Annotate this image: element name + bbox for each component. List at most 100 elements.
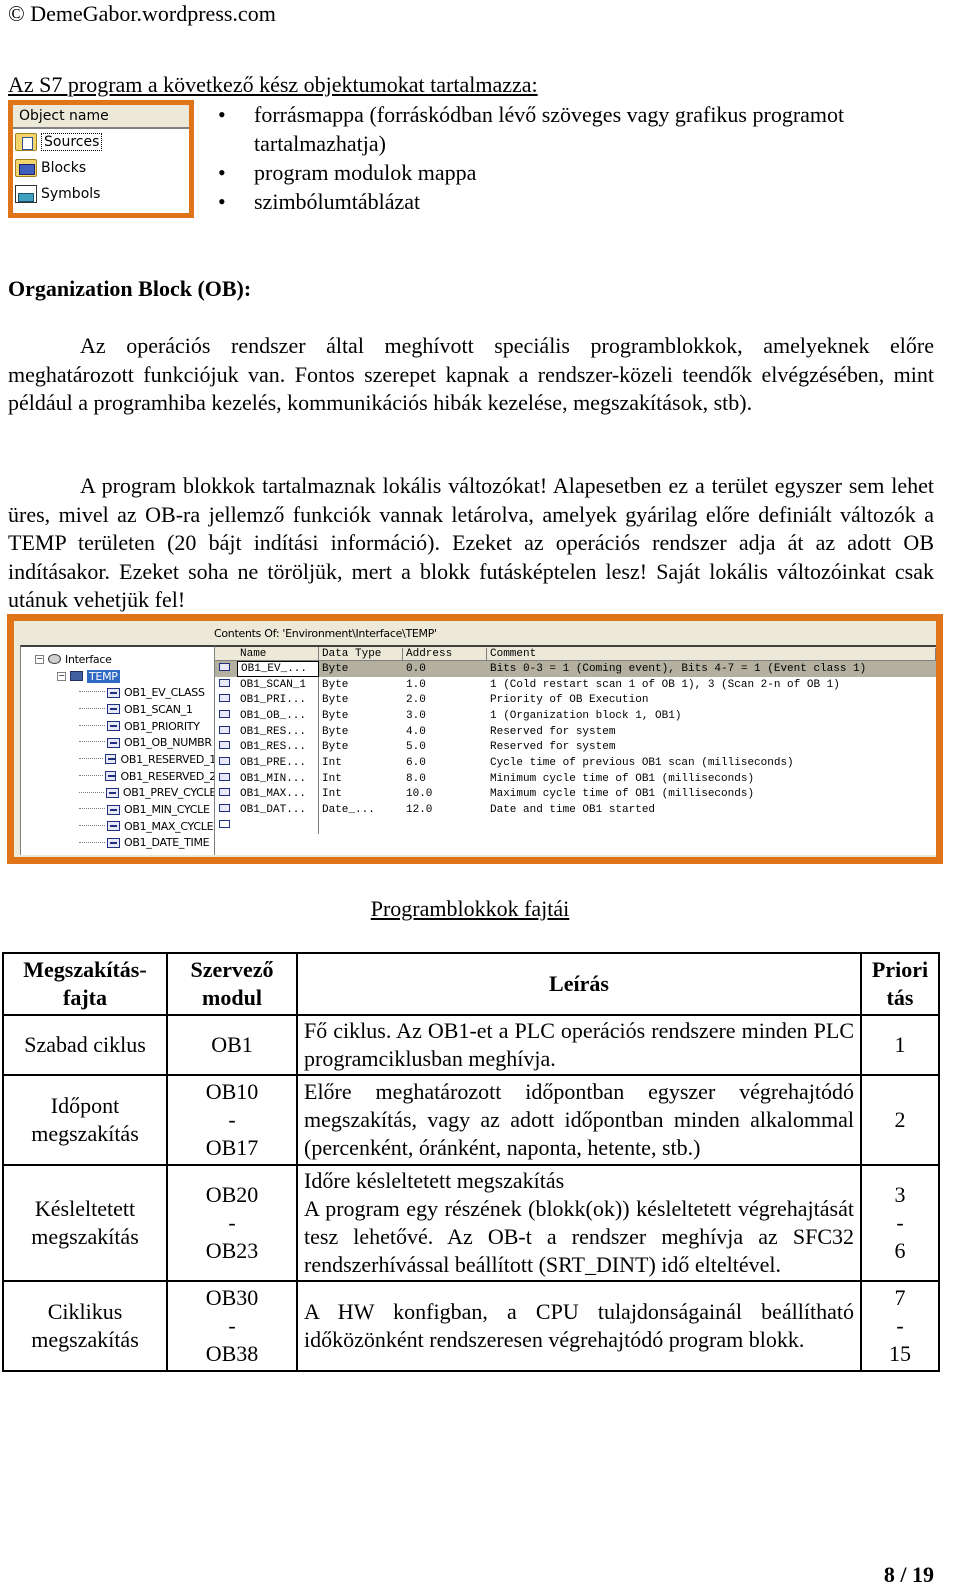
table-row: Időpont megszakítás OB10- OB17 Előre meghatá… xyxy=(2,1074,940,1166)
cell-comment: Minimum cycle time of OB1 (milliseconds) xyxy=(490,772,755,785)
cell-name: OB1_RES... xyxy=(237,739,319,756)
variable-icon xyxy=(107,804,120,815)
variable-icon xyxy=(219,725,230,734)
cell-priority: 7-15 xyxy=(860,1280,940,1372)
tree-node-variable[interactable]: OB1_RESERVED_1 xyxy=(21,751,216,768)
cell-data-type: Int xyxy=(322,788,342,801)
contents-title: Contents Of: 'Environment\Interface\TEMP… xyxy=(214,627,437,640)
object-item-label: Blocks xyxy=(41,160,87,176)
table-row[interactable]: OB1_DAT... Date_... 12.0 Date and time OB1 … xyxy=(215,802,936,818)
cell-name: OB1_EV_... xyxy=(237,661,319,677)
s7-interface-screenshot: − Interface − TEMP OB1_EV_CLASS OB1_SCAN_… xyxy=(7,614,943,864)
object-item-blocks: Blocks xyxy=(13,155,189,181)
table-row[interactable]: OB1_RES... Byte 4.0 Reserved for system xyxy=(215,723,936,740)
column-header-comment[interactable]: Comment xyxy=(487,647,936,660)
blocks-folder-icon xyxy=(15,159,37,177)
cell-interrupt-type: Szabad ciklus xyxy=(2,1014,168,1076)
cell-data-type: Byte xyxy=(322,662,349,675)
table-row: Késleltetett megszakítás OB20- OB23 Időre ké… xyxy=(2,1164,940,1282)
local-variables-paragraph: A program blokkok tartalmaznak lokális v… xyxy=(8,473,934,612)
tree-node-variable[interactable]: OB1_RESERVED_2 xyxy=(21,768,216,785)
variable-icon xyxy=(107,737,120,748)
table-row[interactable]: OB1_PRI... Byte 2.0 Priority of OB Executio… xyxy=(215,692,936,709)
table-row[interactable]: OB1_OB_... Byte 3.0 1 (Organization block 1… xyxy=(215,708,936,724)
header-organizing-module: Szervező modul xyxy=(166,952,298,1016)
tree-node-label: OB1_PRIORITY xyxy=(124,719,200,733)
tree-node-label: OB1_MIN_CYCLE xyxy=(124,803,210,817)
cell-priority: 1 xyxy=(860,1014,940,1076)
cell-interrupt-type: Időpont megszakítás xyxy=(2,1074,168,1166)
object-item-label: Symbols xyxy=(41,186,101,202)
tree-node-label: OB1_EV_CLASS xyxy=(124,686,205,700)
table-row: Ciklikus megszakítás OB30- OB38 A HW konfigb… xyxy=(2,1280,940,1372)
copyright-text: © DemeGabor.wordpress.com xyxy=(8,1,276,26)
table-row[interactable]: OB1_RES... Byte 5.0 Reserved for system xyxy=(215,739,936,756)
tree-node-variable[interactable]: OB1_SCAN_1 xyxy=(21,701,216,718)
tree-node-variable[interactable]: OB1_OB_NUMBR xyxy=(21,734,216,751)
cell-comment: Date and time OB1 started xyxy=(490,804,656,817)
tree-node-label: OB1_MAX_CYCLE xyxy=(124,819,214,833)
tree-children: OB1_EV_CLASS OB1_SCAN_1 OB1_PRIORITY OB1_OB… xyxy=(21,684,216,851)
cell-comment: Reserved for system xyxy=(490,741,616,754)
tree-node-variable[interactable]: OB1_PREV_CYCLE xyxy=(21,785,216,802)
variable-icon xyxy=(107,687,120,698)
cell-address: 10.0 xyxy=(406,788,433,801)
row-icon xyxy=(215,788,237,800)
table-row[interactable]: OB1_PRE... Int 6.0 Cycle time of previous O… xyxy=(215,755,936,771)
table-row[interactable]: OB1_EV_... Byte 0.0 Bits 0-3 = 1 (Coming ev… xyxy=(215,661,936,677)
cell-address: 0.0 xyxy=(406,662,426,675)
cell-organizing-module: OB10- OB17 xyxy=(166,1074,298,1166)
ob-section-title: Organization Block (OB): xyxy=(8,276,252,301)
collapse-icon: − xyxy=(57,670,66,681)
variable-icon xyxy=(219,694,230,703)
table-row[interactable]: OB1_MIN... Int 8.0 Minimum cycle time of OB… xyxy=(215,770,936,787)
tree-connector xyxy=(79,768,103,776)
tree-node-label: OB1_RESERVED_2 xyxy=(120,769,216,783)
table-row[interactable]: OB1_SCAN_1 Byte 1.0 1 (Cold restart scan 1 … xyxy=(215,676,936,693)
table-row: Szabad ciklus OB1 Fő ciklus. Az OB1-et a P… xyxy=(2,1014,940,1076)
object-name-column-header: Object name xyxy=(13,105,189,129)
cell-name: OB1_OB_... xyxy=(237,708,319,724)
variable-icon xyxy=(104,754,117,765)
header-priority: Priori tás xyxy=(860,952,940,1016)
row-icon xyxy=(215,725,237,738)
objects-section-title: Az S7 program a következő kész objektumo… xyxy=(8,72,538,97)
tree-node-interface: − Interface xyxy=(21,651,216,668)
cell-name: OB1_RES... xyxy=(237,723,319,740)
tree-connector xyxy=(79,801,105,810)
cell-comment: Reserved for system xyxy=(490,725,616,738)
object-item-label: Sources xyxy=(41,133,103,151)
variable-icon xyxy=(219,662,230,671)
cell-description: Időre késleltetett megszakítás A program … xyxy=(296,1164,862,1282)
variable-icon xyxy=(107,821,120,832)
tree-node-variable[interactable]: OB1_PRIORITY xyxy=(21,718,216,735)
tree-node-label: OB1_RESERVED_1 xyxy=(120,752,216,766)
tree-node-variable[interactable]: OB1_MAX_CYCLE xyxy=(21,818,216,835)
header-description: Leírás xyxy=(296,952,862,1016)
temp-block-icon xyxy=(70,671,83,682)
column-header-name[interactable]: Name xyxy=(237,647,319,660)
tree-node-variable[interactable]: OB1_EV_CLASS xyxy=(21,684,216,701)
cell-address: 12.0 xyxy=(406,804,433,817)
table-body: Szabad ciklus OB1 Fő ciklus. Az OB1-et a P… xyxy=(2,1014,940,1372)
table-row[interactable]: OB1_MAX... Int 10.0 Maximum cycle time of O… xyxy=(215,786,936,803)
collapse-icon: − xyxy=(35,653,44,664)
table-row-empty[interactable] xyxy=(215,817,936,834)
column-header-address[interactable]: Address xyxy=(403,647,487,660)
cell-data-type: Int xyxy=(322,756,342,769)
symbols-icon xyxy=(15,185,37,203)
row-icon xyxy=(215,741,237,753)
ob-description-paragraph: Az operációs rendszer által meghívott sp… xyxy=(8,333,934,415)
cell-description: Előre meghatározott időpontban egyszer v… xyxy=(296,1074,862,1166)
column-header-data-type[interactable]: Data Type xyxy=(319,647,403,660)
tree-node-variable[interactable]: OB1_MIN_CYCLE xyxy=(21,801,216,818)
cell-data-type: Byte xyxy=(322,678,349,691)
cell-name: OB1_PRE... xyxy=(237,755,319,771)
cell-comment: Maximum cycle time of OB1 (milliseconds) xyxy=(490,788,755,801)
cell-name: OB1_DAT... xyxy=(237,802,319,818)
tree-node-variable[interactable]: OB1_DATE_TIME xyxy=(21,835,216,852)
cell-comment: 1 (Organization block 1, OB1) xyxy=(490,709,682,722)
cell-address: 6.0 xyxy=(406,756,426,769)
row-icon xyxy=(215,772,237,785)
bullet-item: program modulok mappa xyxy=(218,158,918,187)
